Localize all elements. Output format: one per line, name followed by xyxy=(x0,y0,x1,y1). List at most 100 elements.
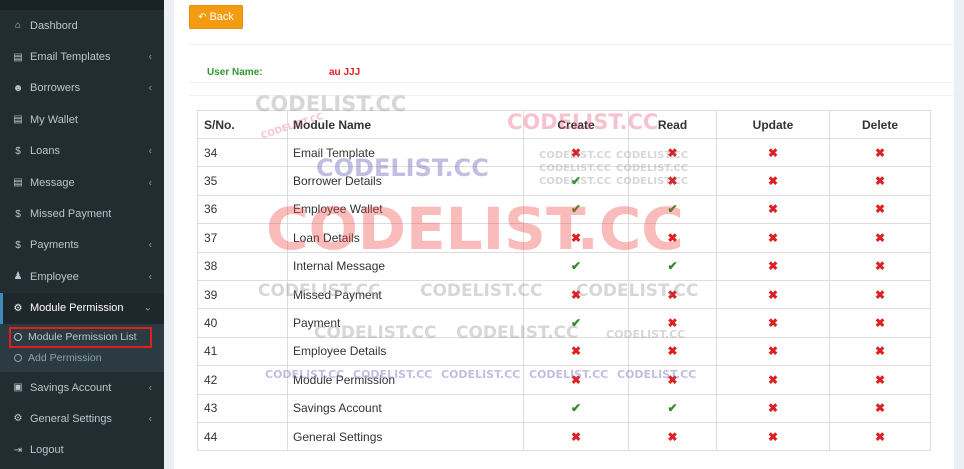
col-header-module-name: Module Name xyxy=(287,110,524,139)
cell-read: ✖ xyxy=(628,421,717,452)
cell-update: ✖ xyxy=(716,421,830,452)
sidebar-item-module-permission[interactable]: ⚙ Module Permission ⌄ xyxy=(0,292,164,324)
cell-name: Savings Account xyxy=(287,393,524,423)
back-button[interactable]: ↶ Back xyxy=(189,5,243,29)
cell-sno: 44 xyxy=(197,421,288,452)
sidebar-item-email-templates[interactable]: ▤ Email Templates ‹ xyxy=(0,41,164,72)
cell-update: ✖ xyxy=(716,279,830,310)
cell-sno: 37 xyxy=(197,223,288,253)
reply-icon: ↶ xyxy=(198,11,207,23)
cell-update: ✖ xyxy=(716,137,830,168)
sidebar-item-dashbord[interactable]: ⌂ Dashbord xyxy=(0,10,164,41)
sidebar-item-label: Module Permission xyxy=(30,302,124,315)
book-icon: ▤ xyxy=(13,51,23,63)
cell-read: ✖ xyxy=(628,336,717,367)
chevron-left-icon: ‹ xyxy=(148,145,152,157)
check-icon: ✔ xyxy=(667,202,678,217)
cell-create: ✖ xyxy=(523,365,629,395)
cell-delete: ✖ xyxy=(829,137,931,168)
cell-delete: ✖ xyxy=(829,279,931,310)
sidebar-item-general-settings[interactable]: ⚙ General Settings ‹ xyxy=(0,403,164,434)
sidebar-item-label: Message xyxy=(30,176,75,189)
cell-name: Payment xyxy=(287,308,524,338)
cell-create: ✖ xyxy=(523,421,629,452)
gear-icon: ⚙ xyxy=(13,413,23,425)
check-icon: ✔ xyxy=(667,259,678,274)
check-icon: ✔ xyxy=(570,259,582,274)
cell-create: ✖ xyxy=(523,279,629,310)
divider xyxy=(189,82,954,83)
cell-update: ✖ xyxy=(716,336,830,367)
user-name-value: au JJJ xyxy=(329,67,361,78)
table-row: 43 Savings Account ✔ ✔ ✖ ✖ xyxy=(197,393,931,423)
dollar-icon: $ xyxy=(15,145,21,157)
cross-icon: ✖ xyxy=(767,429,779,444)
cell-name: Employee Details xyxy=(287,336,524,367)
cell-name: Employee Wallet xyxy=(287,194,524,225)
cross-icon: ✖ xyxy=(874,174,886,189)
dollar-icon: $ xyxy=(15,208,21,220)
sidebar-item-missed-payment[interactable]: $ Missed Payment xyxy=(0,198,164,229)
cell-sno: 42 xyxy=(197,365,288,395)
cross-icon: ✖ xyxy=(874,259,886,274)
cell-read: ✖ xyxy=(628,279,717,310)
sidebar-item-savings-account[interactable]: ▣ Savings Account ‹ xyxy=(0,372,164,403)
cell-delete: ✖ xyxy=(829,421,931,452)
submenu-item-label: Module Permission List xyxy=(28,331,137,344)
sidebar-item-employee[interactable]: ♟ Employee ‹ xyxy=(0,261,164,292)
check-icon: ✔ xyxy=(667,401,678,416)
sidebar-item-loans[interactable]: $ Loans ‹ xyxy=(0,136,164,167)
cell-sno: 39 xyxy=(197,279,288,310)
check-icon: ✔ xyxy=(570,174,582,189)
cross-icon: ✖ xyxy=(667,316,678,331)
cross-icon: ✖ xyxy=(667,230,678,245)
circle-icon xyxy=(14,333,22,342)
cell-read: ✔ xyxy=(628,393,717,423)
cross-icon: ✖ xyxy=(767,316,779,331)
sidebar-item-borrowers[interactable]: ☻ Borrowers ‹ xyxy=(0,73,164,104)
chevron-left-icon: ‹ xyxy=(148,239,152,251)
chevron-left-icon: ‹ xyxy=(148,271,152,283)
cell-read: ✖ xyxy=(628,166,717,196)
sidebar-item-my-wallet[interactable]: ▤ My Wallet xyxy=(0,104,164,135)
sidebar-item-label: Dashbord xyxy=(30,19,78,32)
submenu-item-add-permission[interactable]: Add Permission xyxy=(0,348,164,369)
cell-create: ✖ xyxy=(523,223,629,253)
sidebar-item-label: Loans xyxy=(30,145,60,158)
sidebar-item-label: Missed Payment xyxy=(30,208,112,221)
submenu-item-label: Add Permission xyxy=(28,352,102,365)
user-icon: ♟ xyxy=(13,271,23,283)
cell-create: ✖ xyxy=(523,137,629,168)
table-row: 36 Employee Wallet ✔ ✔ ✖ ✖ xyxy=(197,194,931,225)
cell-sno: 38 xyxy=(197,251,288,281)
cell-delete: ✖ xyxy=(829,223,931,253)
cross-icon: ✖ xyxy=(874,344,886,359)
cell-name: General Settings xyxy=(287,421,524,452)
sidebar-item-label: Employee xyxy=(30,270,79,283)
logout-icon: ⇥ xyxy=(13,444,23,456)
cross-icon: ✖ xyxy=(767,174,779,189)
submenu-item-module-permission-list[interactable]: Module Permission List xyxy=(9,326,152,348)
table-row: 34 Email Template ✖ ✖ ✖ ✖ xyxy=(197,137,931,168)
sidebar-item-logout[interactable]: ⇥ Logout xyxy=(0,435,164,466)
cross-icon: ✖ xyxy=(767,372,779,387)
sidebar-item-message[interactable]: ▤ Message ‹ xyxy=(0,167,164,198)
sidebar-item-label: General Settings xyxy=(30,412,112,425)
cell-read: ✔ xyxy=(628,251,717,281)
cell-delete: ✖ xyxy=(829,393,931,423)
cell-delete: ✖ xyxy=(829,365,931,395)
cell-create: ✔ xyxy=(523,393,629,423)
cell-delete: ✖ xyxy=(829,251,931,281)
cross-icon: ✖ xyxy=(570,344,582,359)
cell-name: Missed Payment xyxy=(287,279,524,310)
cell-delete: ✖ xyxy=(829,336,931,367)
sidebar-item-label: Logout xyxy=(30,444,64,457)
sidebar-item-payments[interactable]: $ Payments ‹ xyxy=(0,230,164,261)
table-row: 39 Missed Payment ✖ ✖ ✖ ✖ xyxy=(197,279,931,310)
cell-create: ✔ xyxy=(523,251,629,281)
check-icon: ✔ xyxy=(570,316,582,331)
cross-icon: ✖ xyxy=(570,429,582,444)
users-icon: ☻ xyxy=(12,82,24,94)
cross-icon: ✖ xyxy=(767,230,779,245)
chevron-left-icon: ‹ xyxy=(148,177,152,189)
